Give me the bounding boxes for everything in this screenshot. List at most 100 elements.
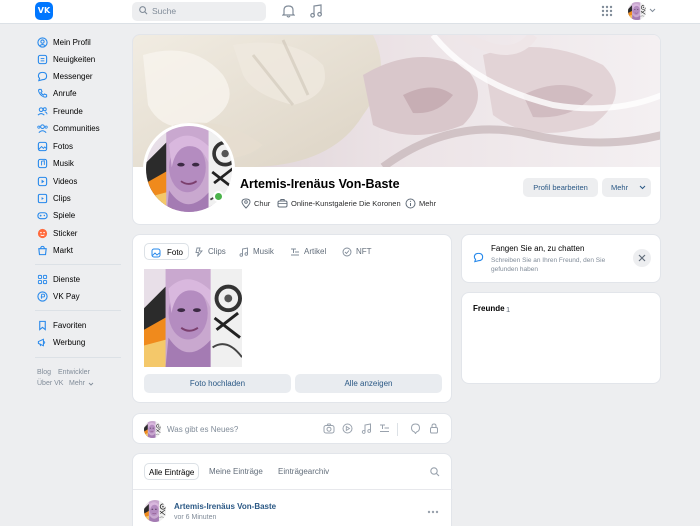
tab-all-posts[interactable]: Alle Einträge <box>144 463 200 480</box>
photo-thumbnail[interactable] <box>144 269 242 367</box>
sidebar-item-bookmarks[interactable]: Favoriten <box>35 318 127 334</box>
search-icon[interactable] <box>430 467 440 477</box>
location-icon <box>241 198 251 209</box>
footer-link-more[interactable]: Mehr <box>69 380 85 387</box>
sidebar-item-vkpay[interactable]: VK Pay <box>35 289 127 305</box>
close-button[interactable] <box>633 249 651 267</box>
friends-title[interactable]: Freunde <box>473 304 505 313</box>
article-icon[interactable] <box>379 423 390 434</box>
chat-banner: Fangen Sie an, zu chatten Schreiben Sie … <box>461 234 661 283</box>
tab-photo[interactable]: Foto <box>144 243 190 260</box>
sidebar-item-label: Spiele <box>53 211 76 220</box>
ads-icon <box>37 338 46 347</box>
sidebar-item-photos[interactable]: Fotos <box>35 139 127 155</box>
show-all-button[interactable]: Alle anzeigen <box>295 374 442 393</box>
sidebar-item-messenger[interactable]: Messenger <box>35 69 127 85</box>
online-indicator <box>213 191 224 202</box>
profile-work[interactable]: Online-Kunstgalerie Die Koronen <box>291 199 401 208</box>
avatar[interactable] <box>144 500 166 522</box>
more-button[interactable]: Mehr <box>602 178 651 197</box>
user-circle-icon <box>37 37 48 48</box>
sidebar-item-clips[interactable]: Clips <box>35 191 127 207</box>
sidebar-item-news[interactable]: Neuigkeiten <box>35 52 127 68</box>
more-icon[interactable] <box>427 510 439 514</box>
market-icon <box>38 245 47 256</box>
chat-banner-title: Fangen Sie an, zu chatten <box>491 244 585 253</box>
sidebar-item-label: VK Pay <box>53 292 80 301</box>
sidebar-item-label: Messenger <box>53 72 93 81</box>
footer-link-about[interactable]: Über VK <box>37 380 63 387</box>
upload-photo-button[interactable]: Foto hochladen <box>144 374 291 393</box>
sidebar-item-communities[interactable]: Communities <box>35 121 127 137</box>
sidebar-item-ads[interactable]: Werbung <box>35 335 127 351</box>
sidebar-item-label: Dienste <box>53 275 81 284</box>
sidebar-item-label: Fotos <box>53 142 74 151</box>
profile-city[interactable]: Chur <box>254 199 270 208</box>
vk-logo[interactable]: VK <box>35 2 53 20</box>
edit-profile-button[interactable]: Profil bearbeiten <box>523 178 598 197</box>
sidebar-item-market[interactable]: Markt <box>35 243 127 259</box>
chevron-down-icon[interactable] <box>649 8 656 13</box>
music-icon <box>37 158 48 169</box>
wall-feed: Alle Einträge Meine Einträge Einträgearc… <box>132 453 453 526</box>
sidebar-item-games[interactable]: Spiele <box>35 208 127 224</box>
mood-icon[interactable] <box>410 423 421 434</box>
top-bar: VK Suche <box>0 0 700 24</box>
avatar[interactable] <box>628 2 646 20</box>
camera-icon[interactable] <box>323 423 335 434</box>
sidebar-item-label: Neuigkeiten <box>53 55 96 64</box>
post-time[interactable]: vor 6 Minuten <box>174 514 216 521</box>
footer-link-developers[interactable]: Entwickler <box>58 369 90 376</box>
sidebar-item-label: Clips <box>53 194 71 203</box>
search-input[interactable]: Suche <box>132 2 266 21</box>
post-author[interactable]: Artemis-Irenäus Von-Baste <box>174 502 276 511</box>
more-button-label: Mehr <box>611 183 629 192</box>
sidebar-item-services[interactable]: Dienste <box>35 272 127 288</box>
photo-icon <box>37 141 48 152</box>
music-icon[interactable] <box>361 423 372 434</box>
sidebar-divider <box>35 357 121 358</box>
music-icon[interactable] <box>310 4 322 18</box>
chevron-down-icon <box>639 185 646 190</box>
bookmark-icon <box>39 320 46 331</box>
post-composer: Was gibt es Neues? <box>132 413 452 444</box>
sidebar-item-calls[interactable]: Anrufe <box>35 86 127 102</box>
sidebar-item-label: Anrufe <box>53 89 77 98</box>
sidebar-item-friends[interactable]: Freunde <box>35 104 127 120</box>
briefcase-icon <box>277 199 288 208</box>
bell-icon[interactable] <box>282 4 295 18</box>
sidebar-item-profile[interactable]: Mein Profil <box>35 35 127 51</box>
sidebar-item-music[interactable]: Musik <box>35 156 127 172</box>
media-block: Foto Clips Musik Artikel NFT Foto hochla… <box>132 234 452 403</box>
sidebar-item-label: Freunde <box>53 107 83 116</box>
sticker-icon <box>37 228 48 239</box>
message-icon <box>473 252 484 263</box>
sidebar-item-videos[interactable]: Videos <box>35 174 127 190</box>
sidebar-item-label: Mein Profil <box>53 38 91 47</box>
games-icon <box>37 212 48 220</box>
search-icon <box>139 6 148 15</box>
sidebar-item-label: Werbung <box>53 338 86 347</box>
friends-count: 1 <box>506 305 511 314</box>
chat-banner-subtitle: Schreiben Sie an Ihren Freund, den Sie g… <box>491 257 606 273</box>
tab-my-posts[interactable]: Meine Einträge <box>209 463 263 480</box>
search-placeholder: Suche <box>152 6 177 16</box>
close-icon <box>638 254 646 262</box>
tab-archive[interactable]: Einträgearchiv <box>278 463 329 480</box>
tab-articles[interactable]: Artikel <box>290 243 326 260</box>
vkpay-icon <box>37 291 48 302</box>
apps-grid-icon[interactable] <box>601 5 613 17</box>
video-icon[interactable] <box>342 423 353 434</box>
chevron-down-icon[interactable] <box>88 382 94 386</box>
composer-input[interactable]: Was gibt es Neues? <box>167 425 238 434</box>
lock-icon[interactable] <box>429 423 439 434</box>
tab-nft[interactable]: NFT <box>342 243 372 260</box>
sidebar-item-stickers[interactable]: Sticker <box>35 226 127 242</box>
footer-link-blog[interactable]: Blog <box>37 369 51 376</box>
tab-clips[interactable]: Clips <box>194 243 226 260</box>
message-icon <box>37 71 48 82</box>
newspaper-icon <box>37 54 48 65</box>
tab-music[interactable]: Musik <box>239 243 274 260</box>
profile-more-info[interactable]: Mehr <box>419 199 436 208</box>
info-icon <box>405 198 416 209</box>
